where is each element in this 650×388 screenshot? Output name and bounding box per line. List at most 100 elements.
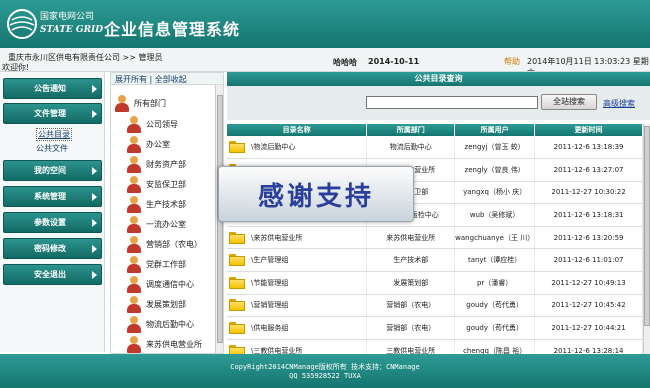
- tree-item[interactable]: 公司领导: [125, 114, 178, 134]
- tree-item-label: 办公室: [146, 139, 170, 149]
- arrow-right-icon: [92, 166, 97, 175]
- tree-item[interactable]: 安监保卫部: [125, 174, 186, 194]
- nav-system-management[interactable]: 系统管理: [3, 186, 102, 207]
- folder-icon: [229, 322, 245, 335]
- column-header-time[interactable]: 更新时间: [534, 124, 643, 136]
- tree-item[interactable]: 调度通信中心: [125, 274, 194, 294]
- directory-name: \节能管理组: [251, 278, 289, 287]
- help-link[interactable]: 帮助: [504, 56, 520, 67]
- table-row[interactable]: \来苏供电营业所 来苏供电营业所 wangchuanye（王 川） 2011-12-6…: [227, 226, 643, 250]
- cell-name[interactable]: \供电服务组: [227, 316, 368, 340]
- tree-item[interactable]: 党群工作部: [125, 254, 186, 274]
- cell-name[interactable]: \生产管理组: [227, 248, 368, 273]
- table-row[interactable]: \节能管理组 发展策划部 pr（潘睿） 2011-12-27 10:49:13: [227, 271, 643, 295]
- folder-icon: [229, 299, 245, 312]
- user-icon: [125, 155, 143, 173]
- user-name: 哈哈哈: [333, 58, 357, 67]
- nav-file-management[interactable]: 文件管理: [3, 103, 102, 124]
- cell-time: 2011-12-6 13:27:07: [534, 158, 643, 182]
- table-row[interactable]: \生产管理组 生产技术部 tanyt（谭应桂） 2011-12-6 11:01:07: [227, 248, 643, 273]
- logo-en-text: STATE GRID: [40, 25, 104, 35]
- tree-item[interactable]: 营销部（农电）: [125, 234, 202, 254]
- user-icon: [125, 215, 143, 233]
- nav-label: 参数设置: [34, 218, 66, 227]
- cell-time: 2011-12-6 13:18:39: [534, 136, 643, 160]
- footer: CopyRight2014CNManage版权所有 技术支持：CNManage …: [0, 354, 650, 388]
- arrow-right-icon: [92, 218, 97, 227]
- site-search-button[interactable]: 全站搜索: [541, 94, 597, 110]
- collapse-all-link[interactable]: 全部收起: [155, 75, 187, 84]
- nav-sub-public-directory[interactable]: 公共目录: [36, 128, 72, 141]
- folder-icon: [229, 254, 245, 267]
- user-icon: [125, 315, 143, 333]
- tree-item[interactable]: 来苏供电营业所: [125, 334, 202, 353]
- nav-parameter-settings[interactable]: 参数设置: [3, 212, 102, 233]
- table-row[interactable]: \供电服务组 营销部（农电） goudy（苟代勇） 2011-12-27 10:44:…: [227, 316, 643, 340]
- user-icon: [125, 295, 143, 313]
- cell-name[interactable]: \营销管理组: [227, 294, 368, 318]
- folder-icon: [229, 231, 245, 244]
- column-header-dept[interactable]: 所属部门: [366, 124, 456, 136]
- tree-item[interactable]: 生产技术部: [125, 194, 186, 214]
- nav-my-space[interactable]: 我的空间: [3, 160, 102, 181]
- cell-time: 2011-12-6 13:18:31: [534, 203, 643, 227]
- watermark-overlay: 感谢支持: [218, 166, 414, 222]
- column-header-name[interactable]: 目录名称: [227, 124, 368, 136]
- nav-password-change[interactable]: 密码修改: [3, 238, 102, 259]
- app-window: 国家电网公司 STATE GRID 企业信息管理系统 重庆市永川区供电有限责任公…: [0, 0, 650, 388]
- system-title: 企业信息管理系统: [104, 20, 241, 39]
- tree-item-label: 发展策划部: [146, 299, 186, 309]
- cell-user: goudy（苟代勇）: [454, 294, 536, 318]
- nav-announcements[interactable]: 公告通知: [3, 78, 102, 99]
- tree-item-label: 生产技术部: [146, 199, 186, 209]
- info-bar: 重庆市永川区供电有限责任公司 >> 管理员 欢迎你! 哈哈哈 2014-10-1…: [0, 48, 650, 77]
- table-header-row: 目录名称 所属部门 所属用户 更新时间: [227, 124, 643, 136]
- directory-name: \生产管理组: [251, 256, 289, 265]
- table-scrollbar[interactable]: [643, 124, 650, 354]
- table-row[interactable]: \营销管理组 营销部（农电） goudy（苟代勇） 2011-12-27 10:45:…: [227, 294, 643, 318]
- arrow-right-icon: [92, 270, 97, 279]
- cell-user: goudy（苟代勇）: [454, 316, 536, 340]
- cell-user: wub（吴修斌）: [454, 203, 536, 227]
- tree-item[interactable]: 物流后勤中心: [125, 314, 194, 334]
- nav-label: 我的空间: [34, 166, 66, 175]
- cell-user: wangchuanye（王 川）: [454, 226, 536, 250]
- tree-item[interactable]: 发展策划部: [125, 294, 186, 314]
- arrow-right-icon: [92, 109, 97, 118]
- footer-contact: QQ 535928522 TUXA: [289, 372, 361, 380]
- nav-label: 密码修改: [34, 244, 66, 253]
- cell-name[interactable]: \节能管理组: [227, 271, 368, 295]
- user-icon: [125, 195, 143, 213]
- cell-name[interactable]: \来苏供电营业所: [227, 226, 368, 250]
- directory-table: 目录名称 所属部门 所属用户 更新时间 \物流后勤中心 物流后勤中心 zengyj（…: [227, 124, 643, 363]
- user-icon: [125, 135, 143, 153]
- nav-sub-public-files[interactable]: 公共文件: [36, 143, 68, 154]
- cell-dept: 物流后勤中心: [366, 136, 456, 160]
- table-row[interactable]: \物流后勤中心 物流后勤中心 zengyj（曾玉 蛟） 2011-12-6 13:18…: [227, 136, 643, 160]
- left-nav: 公告通知 文件管理 公共目录 公共文件 我的空间 系统管理 参数设置 密码修改 …: [0, 72, 105, 352]
- search-input[interactable]: [366, 96, 538, 109]
- cell-time: 2011-12-27 10:49:13: [534, 271, 643, 295]
- cell-dept: 营销部（农电）: [366, 294, 456, 318]
- table-scroll-thumb[interactable]: [644, 126, 650, 326]
- nav-logout[interactable]: 安全退出: [3, 264, 102, 285]
- tree-toolbar: 展开所有 | 全部收起: [111, 73, 223, 85]
- column-header-user[interactable]: 所属用户: [454, 124, 536, 136]
- expand-all-link[interactable]: 展开所有: [115, 75, 147, 84]
- tree-item[interactable]: 一流办公室: [125, 214, 186, 234]
- tree-root[interactable]: 所有部门: [113, 93, 166, 113]
- user-icon: [125, 115, 143, 133]
- user-icon: [125, 335, 143, 353]
- directory-name: \物流后勤中心: [251, 143, 296, 152]
- cell-dept: 发展策划部: [366, 271, 456, 295]
- user-icon: [125, 235, 143, 253]
- tree-item[interactable]: 办公室: [125, 134, 170, 154]
- user-icon: [125, 175, 143, 193]
- search-bar: 全站搜索 高级搜索: [227, 86, 650, 120]
- cell-dept: 营销部（农电）: [366, 316, 456, 340]
- tree-item[interactable]: 财务资产部: [125, 154, 186, 174]
- cell-name[interactable]: \物流后勤中心: [227, 136, 368, 160]
- advanced-search-link[interactable]: 高级搜索: [603, 98, 635, 109]
- cell-dept: 来苏供电营业所: [366, 226, 456, 250]
- nav-label: 文件管理: [34, 109, 66, 118]
